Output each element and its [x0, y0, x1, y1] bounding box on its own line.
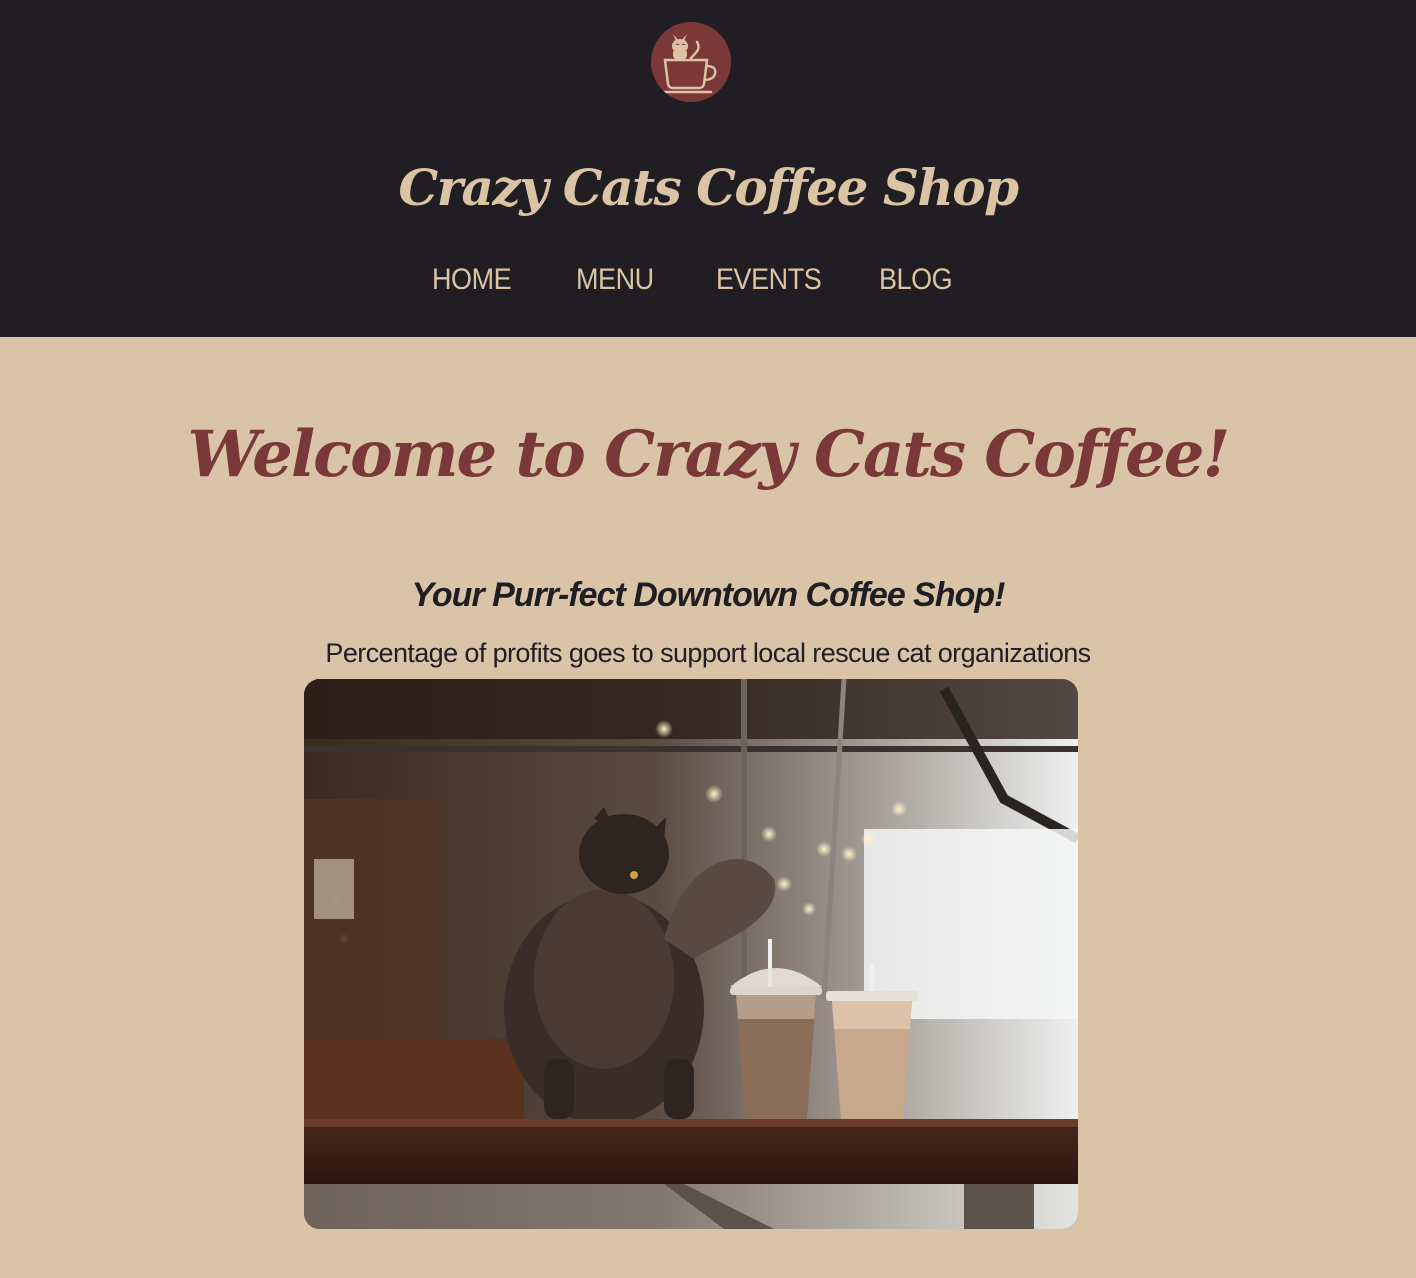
- site-header: Crazy Cats Coffee Shop HOME MENU EVENTS …: [0, 0, 1416, 337]
- nav-link-menu[interactable]: MENU: [576, 258, 654, 302]
- main-nav: HOME MENU EVENTS BLOG: [0, 258, 1416, 304]
- cat-in-coffee-cup-icon[interactable]: [651, 22, 731, 102]
- mission-text: Percentage of profits goes to support lo…: [325, 638, 1091, 668]
- hero-image: [304, 679, 1078, 1229]
- nav-link-blog[interactable]: BLOG: [879, 258, 953, 302]
- welcome-heading: Welcome to Crazy Cats Coffee!: [187, 417, 1230, 492]
- site-title: Crazy Cats Coffee Shop: [398, 158, 1019, 217]
- tagline: Your Purr-fect Downtown Coffee Shop!: [411, 576, 1006, 614]
- nav-link-events[interactable]: EVENTS: [716, 258, 822, 302]
- nav-link-home[interactable]: HOME: [432, 258, 512, 302]
